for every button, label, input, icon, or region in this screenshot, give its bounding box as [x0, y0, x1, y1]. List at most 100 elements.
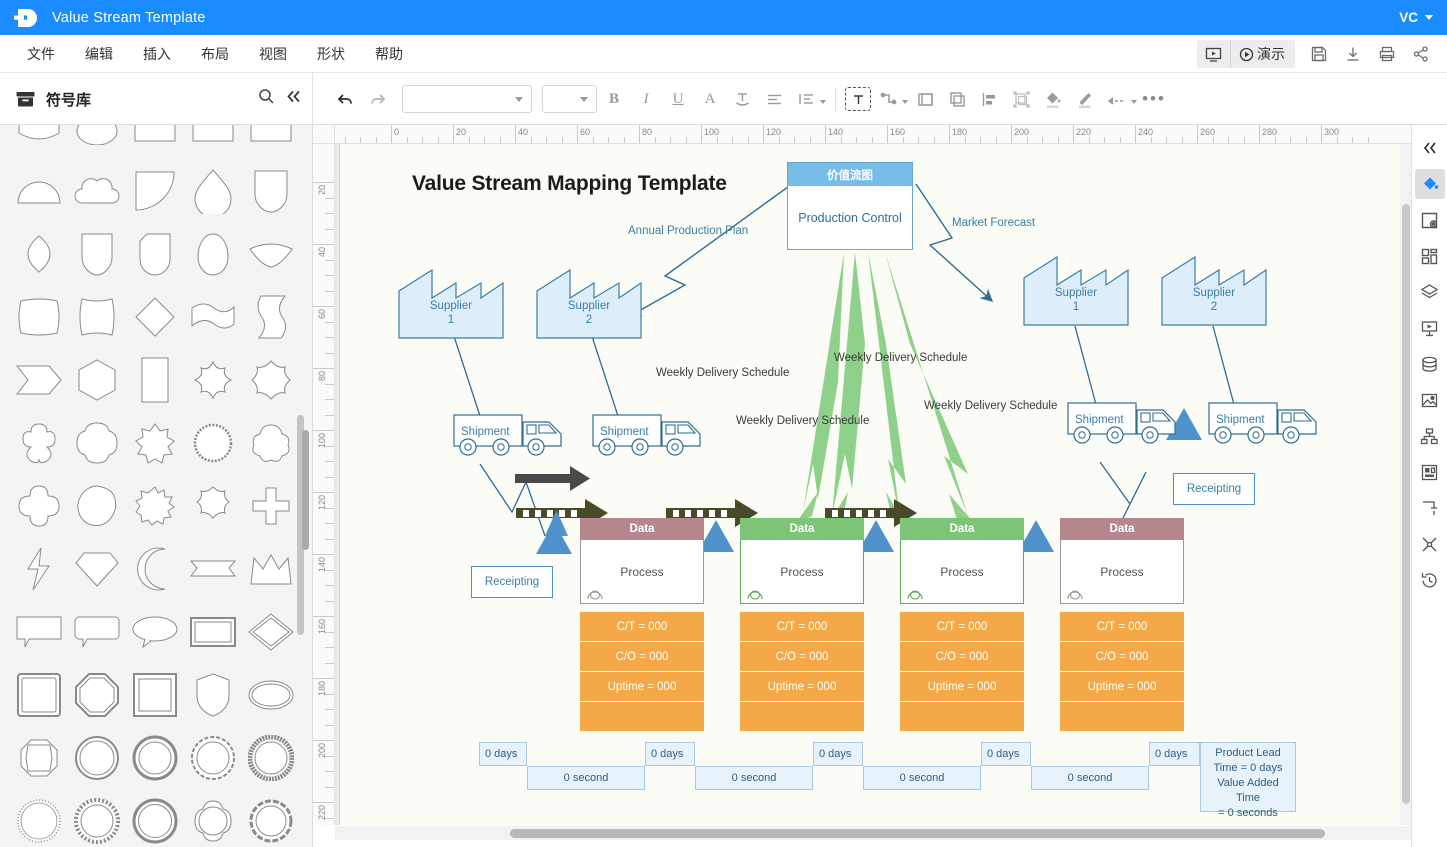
supplier-right-1[interactable]: Supplier 1 — [1023, 255, 1129, 326]
shape-item[interactable] — [244, 227, 298, 281]
shape-item[interactable] — [12, 605, 66, 659]
present-button[interactable]: 演示 — [1231, 40, 1295, 68]
connector-icon[interactable] — [873, 84, 903, 114]
shape-item[interactable] — [186, 731, 240, 785]
more-options-icon[interactable]: ••• — [1139, 84, 1169, 114]
supplier-left-2[interactable]: Supplier 2 — [536, 268, 642, 339]
chevron-down-icon[interactable] — [1131, 100, 1137, 104]
menu-item-shape[interactable]: 形状 — [308, 39, 354, 69]
process-box-1[interactable]: Data Process — [580, 518, 704, 604]
shape-item[interactable] — [70, 164, 124, 218]
shape-item[interactable] — [244, 353, 298, 407]
shape-item[interactable] — [186, 605, 240, 659]
shape-item[interactable] — [244, 605, 298, 659]
fill-color-icon[interactable] — [1038, 84, 1068, 114]
shape-item[interactable] — [186, 164, 240, 218]
supplier-left-1[interactable]: Supplier 1 — [398, 268, 504, 339]
chevron-down-icon[interactable] — [902, 100, 908, 104]
data-icon[interactable] — [1415, 349, 1445, 379]
align-left-icon[interactable] — [759, 84, 789, 114]
menu-item-edit[interactable]: 编辑 — [76, 39, 122, 69]
shape-item[interactable] — [244, 794, 298, 847]
shape-item[interactable] — [12, 542, 66, 596]
menu-item-file[interactable]: 文件 — [18, 39, 64, 69]
shape-item[interactable] — [70, 290, 124, 344]
text-curve-icon[interactable] — [727, 84, 757, 114]
shape-item[interactable] — [12, 227, 66, 281]
image-icon[interactable] — [1415, 385, 1445, 415]
frame-icon[interactable] — [910, 84, 940, 114]
timeline-second-3[interactable]: 0 second — [863, 766, 981, 790]
timeline-day-1[interactable]: 0 days — [479, 742, 527, 766]
shape-item[interactable] — [244, 164, 298, 218]
shape-item[interactable] — [186, 479, 240, 533]
layers-icon[interactable] — [1415, 277, 1445, 307]
menu-item-insert[interactable]: 插入 — [134, 39, 180, 69]
shape-item[interactable] — [186, 125, 240, 155]
canvas-vertical-scrollbar[interactable] — [1400, 144, 1411, 825]
shape-settings-icon[interactable] — [1415, 205, 1445, 235]
timeline-day-5[interactable]: 0 days — [1149, 742, 1200, 766]
shape-item[interactable] — [128, 542, 182, 596]
data-table-2[interactable]: C/T = 000 C/O = 000 Uptime = 000 — [740, 612, 864, 732]
shape-item[interactable] — [186, 227, 240, 281]
shape-item[interactable] — [128, 416, 182, 470]
shape-item[interactable] — [128, 227, 182, 281]
data-table-4[interactable]: C/T = 000 C/O = 000 Uptime = 000 — [1060, 612, 1184, 732]
double-chevron-left-icon[interactable] — [285, 88, 302, 110]
process-box-2[interactable]: Data Process — [740, 518, 864, 604]
font-family-select[interactable] — [402, 85, 532, 113]
shape-item[interactable] — [128, 125, 182, 155]
shape-item[interactable] — [70, 125, 124, 155]
save-icon[interactable] — [1303, 41, 1335, 67]
canvas-area[interactable]: Value Stream Mapping Template 价值流图 Produ… — [335, 144, 1414, 825]
history-icon[interactable] — [1415, 565, 1445, 595]
shape-item[interactable] — [12, 731, 66, 785]
font-size-select[interactable] — [542, 85, 597, 113]
canvas-horizontal-scroll-thumb[interactable] — [510, 829, 1325, 838]
search-icon[interactable] — [258, 88, 275, 110]
user-account-menu[interactable]: VC — [1399, 0, 1433, 35]
undo-icon[interactable] — [330, 84, 360, 114]
redo-icon[interactable] — [362, 84, 392, 114]
shape-item[interactable] — [186, 794, 240, 847]
shape-item[interactable] — [12, 164, 66, 218]
shape-item[interactable] — [70, 668, 124, 722]
shape-library-panel[interactable] — [0, 125, 313, 847]
shape-item[interactable] — [128, 794, 182, 847]
shape-item[interactable] — [12, 668, 66, 722]
shape-item[interactable] — [12, 794, 66, 847]
data-table-3[interactable]: C/T = 000 C/O = 000 Uptime = 000 — [900, 612, 1024, 732]
shape-item[interactable] — [128, 290, 182, 344]
shape-item[interactable] — [12, 416, 66, 470]
timeline-day-4[interactable]: 0 days — [981, 742, 1031, 766]
shape-item[interactable] — [244, 125, 298, 155]
text-box-icon[interactable] — [845, 87, 871, 111]
shape-item[interactable] — [244, 542, 298, 596]
arrow-style-icon[interactable] — [1102, 84, 1132, 114]
timeline-summary[interactable]: Product Lead Time = 0 days Value Added T… — [1200, 742, 1296, 819]
shape-item[interactable] — [186, 542, 240, 596]
shape-item[interactable] — [244, 290, 298, 344]
process-box-4[interactable]: Data Process — [1060, 518, 1184, 604]
shape-item[interactable] — [244, 416, 298, 470]
menu-item-layout[interactable]: 布局 — [192, 39, 238, 69]
shape-item[interactable] — [70, 542, 124, 596]
duplicate-icon[interactable] — [942, 84, 972, 114]
shape-item[interactable] — [70, 794, 124, 847]
shipment-truck-4[interactable]: Shipment — [1208, 402, 1320, 450]
shape-item[interactable] — [12, 125, 66, 155]
shape-item[interactable] — [70, 605, 124, 659]
timeline-second-1[interactable]: 0 second — [527, 766, 645, 790]
italic-button[interactable]: I — [631, 84, 661, 114]
shape-item[interactable] — [128, 605, 182, 659]
process-box-3[interactable]: Data Process — [900, 518, 1024, 604]
timeline-second-2[interactable]: 0 second — [695, 766, 813, 790]
menu-item-view[interactable]: 视图 — [250, 39, 296, 69]
shape-item[interactable] — [70, 416, 124, 470]
shape-item[interactable] — [186, 290, 240, 344]
receipting-left[interactable]: Receipting — [471, 566, 553, 598]
download-icon[interactable] — [1337, 41, 1369, 67]
shape-item[interactable] — [128, 164, 182, 218]
group-icon[interactable] — [1006, 84, 1036, 114]
